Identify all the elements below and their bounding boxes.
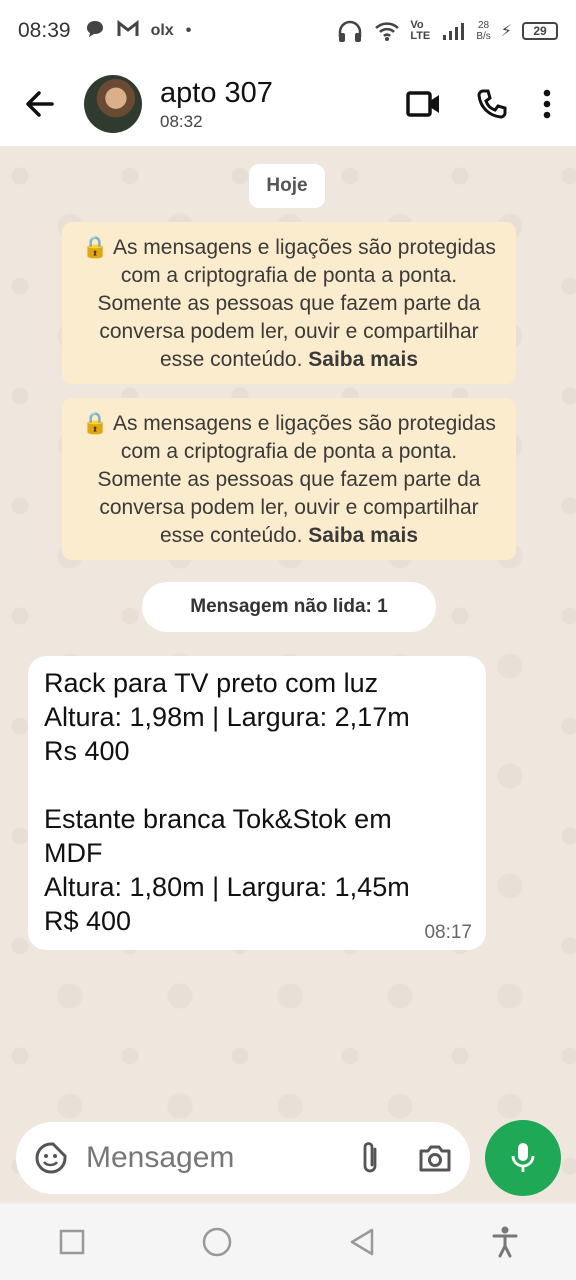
last-seen: 08:32	[160, 111, 203, 131]
microphone-button[interactable]	[485, 1120, 561, 1196]
message-line: Rs 400	[44, 736, 130, 766]
message-time: 08:17	[424, 922, 472, 943]
headphones-icon	[339, 20, 362, 42]
battery-icon: 29	[522, 22, 558, 40]
network-speed: 28 B/s	[476, 20, 490, 42]
encryption-notice-text: As mensagens e ligações são protegidas c…	[97, 412, 496, 547]
camera-icon[interactable]	[418, 1143, 452, 1173]
message-input-bar[interactable]: Mensagem	[16, 1122, 470, 1194]
back-arrow-icon[interactable]	[20, 84, 60, 124]
microphone-icon	[511, 1143, 535, 1172]
incoming-message[interactable]: Rack para TV preto com luz Altura: 1,98m…	[28, 656, 486, 950]
lock-icon: 🔒	[82, 236, 109, 259]
back-icon[interactable]	[348, 1227, 376, 1257]
video-call-icon[interactable]	[406, 90, 442, 118]
learn-more-link[interactable]: Saiba mais	[308, 524, 418, 547]
lock-icon: 🔒	[82, 412, 109, 435]
contact-name: apto 307	[160, 76, 273, 109]
olx-icon: olx	[150, 22, 174, 39]
recent-apps-icon[interactable]	[58, 1228, 86, 1256]
encryption-notice[interactable]: 🔒 As mensagens e ligações são protegidas…	[62, 398, 516, 560]
input-actions	[358, 1140, 452, 1176]
chat-bubble-icon	[85, 19, 105, 44]
sticker-icon[interactable]	[34, 1141, 68, 1175]
charging-icon: ⚡	[500, 23, 512, 40]
accessibility-icon[interactable]	[491, 1226, 519, 1258]
date-chip: Hoje	[249, 164, 325, 208]
message-line: Altura: 1,98m | Largura: 2,17m	[44, 702, 410, 732]
voice-call-icon[interactable]	[476, 88, 508, 120]
message-line: Altura: 1,80m | Largura: 1,45m	[44, 872, 410, 902]
signal-icon	[443, 23, 465, 40]
unread-messages-chip: Mensagem não lida: 1	[142, 582, 436, 632]
more-options-icon[interactable]	[542, 88, 552, 120]
system-nav-bar	[0, 1204, 576, 1280]
message-line: R$ 400	[44, 906, 132, 936]
message-line: Estante branca Tok&Stok em	[44, 804, 392, 834]
contact-info[interactable]: apto 307 08:32	[160, 77, 273, 132]
volte-label: Vo LTE	[410, 19, 431, 42]
avatar[interactable]	[84, 75, 142, 133]
learn-more-link[interactable]: Saiba mais	[308, 348, 418, 371]
message-input[interactable]: Mensagem	[86, 1141, 234, 1175]
network-speed-unit: B/s	[476, 31, 491, 42]
status-time: 08:39	[18, 19, 71, 42]
wifi-icon	[375, 22, 400, 41]
message-line: Rack para TV preto com luz	[44, 668, 379, 698]
dot-icon: •	[185, 22, 192, 39]
encryption-notice-text: As mensagens e ligações são protegidas c…	[97, 236, 496, 371]
attach-icon[interactable]	[358, 1140, 382, 1176]
gmail-icon	[117, 19, 139, 43]
status-right-group: Vo LTE 28 B/s ⚡ 29	[336, 19, 558, 43]
chat-area[interactable]: Hoje 🔒 As mensagens e ligações são prote…	[0, 146, 576, 1202]
home-icon[interactable]	[201, 1226, 233, 1258]
network-speed-value: 28	[477, 20, 490, 31]
header-actions	[406, 88, 552, 120]
message-line: MDF	[44, 838, 103, 868]
status-bar: 08:39 olx • Vo LTE 28 B/s ⚡ 29	[0, 0, 576, 62]
chat-header: apto 307 08:32	[0, 62, 576, 146]
encryption-notice[interactable]: 🔒 As mensagens e ligações são protegidas…	[62, 222, 516, 384]
